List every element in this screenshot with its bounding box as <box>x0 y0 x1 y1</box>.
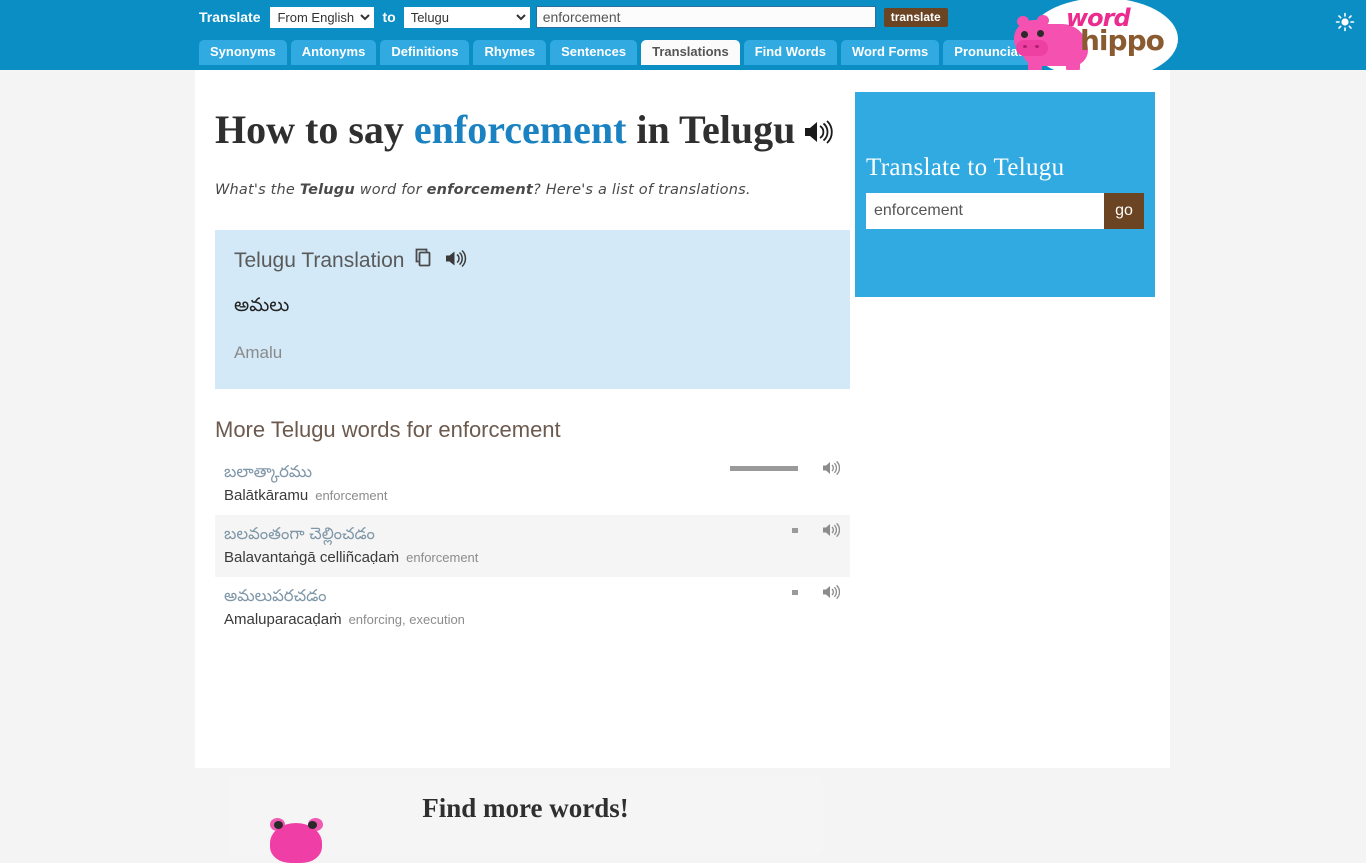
tab-sentences[interactable]: Sentences <box>550 40 638 65</box>
logo-hippo-eye <box>1021 31 1028 38</box>
page-title-suffix: in Telugu <box>626 107 796 152</box>
more-words-heading: More Telugu words for enforcement <box>215 417 561 442</box>
usage-meter <box>792 528 798 533</box>
tab-find-words[interactable]: Find Words <box>743 40 837 65</box>
translate-sidebar-box: Translate to Telugu go <box>855 92 1155 297</box>
sidebar-title: Translate to Telugu <box>866 154 1065 181</box>
tab-rhymes[interactable]: Rhymes <box>473 40 547 65</box>
find-more-hippo-icon <box>264 815 328 863</box>
logo-text-hippo: hippo <box>1080 24 1165 57</box>
word-subline: Balavantaṅgā celliñcaḍaṁ enforcement <box>224 548 850 568</box>
word-native[interactable]: బలాత్కారము <box>224 461 850 483</box>
sun-icon[interactable] <box>1335 12 1355 32</box>
tab-antonyms[interactable]: Antonyms <box>290 40 377 65</box>
word-search-input[interactable] <box>535 6 876 28</box>
site-header: Translate From English to Telugu transla… <box>0 0 1366 80</box>
word-latin: Balavantaṅgā celliñcaḍaṁ <box>224 549 400 566</box>
translate-label: Translate <box>199 9 261 25</box>
sidebar-search-input[interactable] <box>866 193 1104 229</box>
translation-card: Telugu Translation అమలు Amalu <box>215 230 850 389</box>
translate-button[interactable]: translate <box>883 7 948 27</box>
nav-tabs: Synonyms Antonyms Definitions Rhymes Sen… <box>199 40 1060 65</box>
subtitle-part-b: word for <box>354 182 427 198</box>
from-language-select[interactable]: From English <box>270 6 375 28</box>
hippo-head <box>270 823 322 863</box>
page-title: How to say enforcement in Telugu <box>215 106 865 156</box>
word-native[interactable]: అమలుపరచడం <box>224 585 850 607</box>
tab-word-forms[interactable]: Word Forms <box>840 40 940 65</box>
to-language-select[interactable]: Telugu <box>403 6 530 28</box>
speaker-icon[interactable] <box>822 460 841 481</box>
word-list-item[interactable]: బలవంతంగా చెల్లించడం Balavantaṅgā celliñc… <box>215 515 850 577</box>
word-native[interactable]: బలవంతంగా చెల్లించడం <box>224 523 850 545</box>
word-definition: enforcement <box>406 550 479 565</box>
speaker-icon[interactable] <box>822 584 841 605</box>
tab-translations[interactable]: Translations <box>641 40 740 65</box>
word-definition: enforcing, execution <box>348 612 465 627</box>
translation-latin-text: Amalu <box>234 343 283 362</box>
page-title-prefix: How to say <box>215 107 414 152</box>
translate-toolbar: Translate From English to Telugu transla… <box>199 6 948 28</box>
word-list-item[interactable]: అమలుపరచడం Amaluparacaḍaṁ enforcing, execu… <box>215 577 850 639</box>
logo-hippo-nostril <box>1035 45 1039 48</box>
main-column: How to say enforcement in Telugu What's … <box>215 70 865 639</box>
logo-hippo-nostril <box>1023 45 1027 48</box>
word-latin: Amaluparacaḍaṁ <box>224 611 342 628</box>
find-more-words-panel: Find more words! <box>228 775 823 863</box>
sidebar-translate-form: go <box>866 193 1144 229</box>
hippo-eye <box>308 821 317 829</box>
translation-card-heading: Telugu Translation <box>234 248 405 272</box>
subtitle-part-a: What's the <box>215 182 300 198</box>
word-subline: Amaluparacaḍaṁ enforcing, execution <box>224 610 850 630</box>
subtitle-language: Telugu <box>299 182 355 198</box>
copy-icon[interactable] <box>415 248 434 273</box>
speaker-icon[interactable] <box>445 249 467 273</box>
word-list-item[interactable]: బలాత్కారము Balātkāramu enforcement <box>215 453 850 515</box>
logo-hippo-eye <box>1037 30 1044 37</box>
subtitle-word: enforcement <box>426 182 533 198</box>
usage-meter <box>730 466 798 471</box>
tab-definitions[interactable]: Definitions <box>380 40 470 65</box>
sidebar-go-button[interactable]: go <box>1104 193 1144 229</box>
tab-synonyms[interactable]: Synonyms <box>199 40 287 65</box>
word-subline: Balātkāramu enforcement <box>224 486 850 506</box>
logo-hippo-snout <box>1016 40 1048 56</box>
page-content: How to say enforcement in Telugu What's … <box>195 70 1170 863</box>
word-definition: enforcement <box>315 488 388 503</box>
page-subtitle: What's the Telugu word for enforcement? … <box>215 182 865 198</box>
to-label: to <box>382 9 396 25</box>
word-latin: Balātkāramu <box>224 487 309 504</box>
more-words-list: బలాత్కారము Balātkāramu enforcement బలవంతం… <box>215 453 850 639</box>
page-title-word: enforcement <box>413 107 627 152</box>
speaker-icon[interactable] <box>822 522 841 543</box>
speaker-icon[interactable] <box>803 108 834 156</box>
hippo-eye <box>274 821 283 829</box>
usage-meter <box>792 590 798 595</box>
subtitle-part-c: ? Here's a list of translations. <box>533 182 751 198</box>
translation-card-header: Telugu Translation <box>234 248 850 273</box>
translation-native-text: అమలు <box>234 295 290 316</box>
